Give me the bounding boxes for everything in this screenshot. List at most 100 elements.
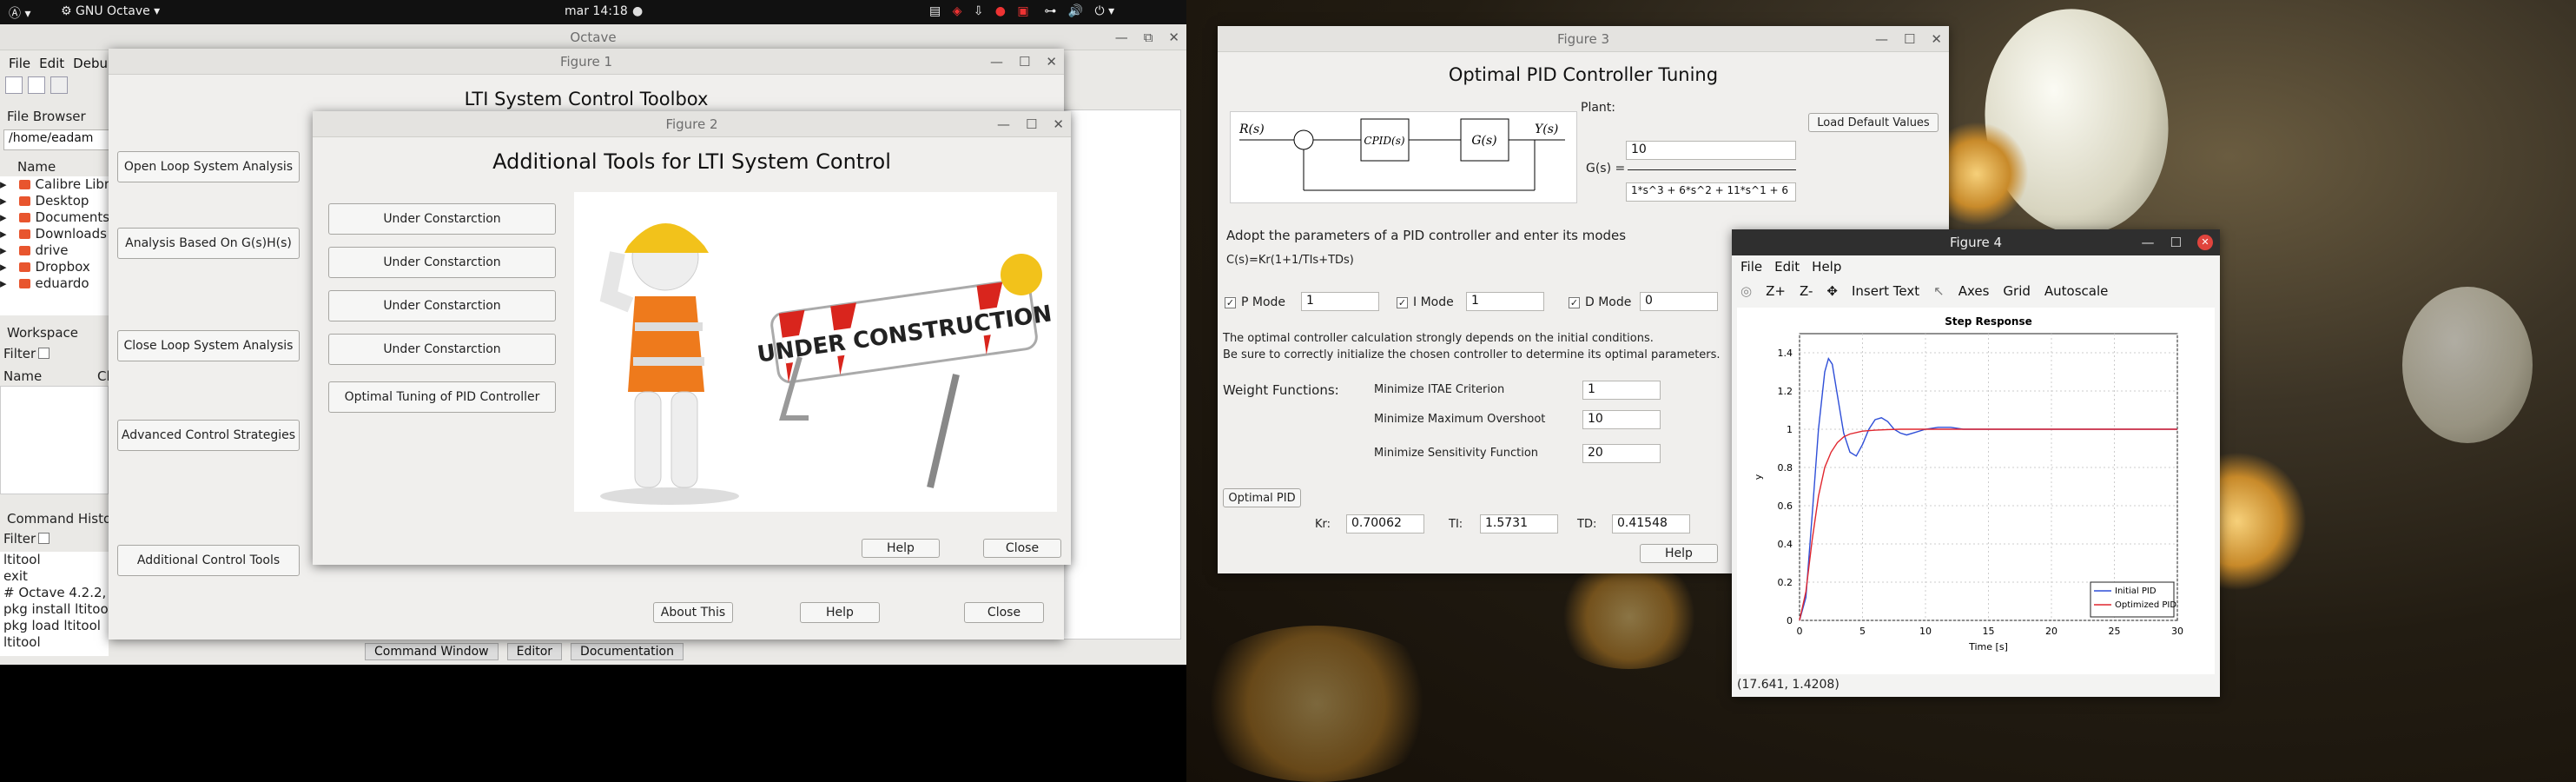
itae-weight-input[interactable]: 1 <box>1582 381 1661 400</box>
open-file-icon[interactable] <box>28 76 45 94</box>
tray-icons[interactable]: ▤ ◈ ⇩ ● ▣ ⊶ 🔊 ⏻ ▾ <box>929 4 1114 18</box>
close-icon[interactable]: ✕ <box>1168 24 1179 50</box>
plot-canvas[interactable]: 0 5 10 15 20 25 30 0 0.2 0.4 0.6 0.8 1 1.2 1.4 Step Res… <box>1737 308 2215 674</box>
list-item[interactable]: ▸ drive <box>0 242 109 259</box>
x-tick-label: 10 <box>1919 626 1932 637</box>
i-mode-checkbox[interactable]: ✓ I Mode <box>1397 295 1454 309</box>
maximize-icon[interactable]: ☐ <box>1904 26 1915 52</box>
under-construction-button[interactable]: Under Constarction <box>328 334 556 365</box>
list-item[interactable]: ▸ Desktop <box>0 193 109 209</box>
menu-edit[interactable]: Edit <box>1774 259 1800 275</box>
close-icon[interactable]: ✕ <box>1053 111 1064 137</box>
close-icon[interactable]: ✕ <box>2197 235 2213 250</box>
numerator-input[interactable]: 10 <box>1626 141 1796 160</box>
under-construction-button[interactable]: Under Constarction <box>328 247 556 278</box>
additional-tools-button[interactable]: Additional Control Tools <box>117 545 300 576</box>
optimal-pid-tuning-button[interactable]: Optimal Tuning of PID Controller <box>328 381 556 413</box>
history-item[interactable]: ltitool <box>3 634 109 651</box>
minimize-icon[interactable]: — <box>997 111 1010 137</box>
close-loop-analysis-button[interactable]: Close Loop System Analysis <box>117 330 300 361</box>
history-item[interactable]: ltitool <box>3 552 109 568</box>
axes-button[interactable]: Axes <box>1958 283 1990 299</box>
close-button[interactable]: Close <box>983 539 1061 558</box>
d-mode-checkbox[interactable]: ✓ D Mode <box>1569 295 1631 309</box>
minimize-icon[interactable]: — <box>1115 24 1128 50</box>
rotate-icon[interactable]: ◎ <box>1740 283 1752 299</box>
list-item[interactable]: ▸ eduardo <box>0 275 109 292</box>
restore-icon[interactable]: ⧉ <box>1144 24 1153 50</box>
history-item[interactable]: pkg install ltitool <box>3 601 109 618</box>
help-button[interactable]: Help <box>800 602 880 623</box>
under-construction-button[interactable]: Under Constarction <box>328 203 556 235</box>
history-item[interactable]: # Octave 4.2.2, Tu <box>3 585 109 601</box>
clock[interactable]: mar 14:18 <box>565 4 628 18</box>
help-button[interactable]: Help <box>862 539 940 558</box>
menu-debug[interactable]: Debu <box>73 56 108 71</box>
cursor-coordinates: (17.641, 1.4208) <box>1737 678 1840 692</box>
command-window-area[interactable] <box>1055 109 1181 640</box>
maximize-icon[interactable]: ☐ <box>1026 111 1037 137</box>
menu-help[interactable]: Help <box>1812 259 1841 275</box>
p-mode-input[interactable]: 1 <box>1301 292 1379 311</box>
path-input[interactable]: /home/eadam <box>3 129 111 150</box>
ti-output[interactable]: 1.5731 <box>1480 514 1558 533</box>
maximize-icon[interactable]: ☐ <box>2170 229 2182 255</box>
close-icon[interactable]: ✕ <box>1931 26 1942 52</box>
sensitivity-weight-input[interactable]: 20 <box>1582 444 1661 463</box>
activities-icon[interactable]: Ⓐ ▾ <box>9 4 30 22</box>
app-menu[interactable]: ⚙ GNU Octave ▾ <box>61 4 160 18</box>
autoscale-button[interactable]: Autoscale <box>2044 283 2108 299</box>
under-construction-button[interactable]: Under Constarction <box>328 290 556 321</box>
plant-label: Plant: <box>1581 101 1615 115</box>
help-button[interactable]: Help <box>1640 544 1718 563</box>
minimize-icon[interactable]: — <box>2142 229 2155 255</box>
menu-file[interactable]: File <box>9 56 30 71</box>
open-loop-analysis-button[interactable]: Open Loop System Analysis <box>117 151 300 182</box>
overshoot-weight-input[interactable]: 10 <box>1582 410 1661 429</box>
pointer-icon: ↖ <box>1933 283 1945 299</box>
copy-icon[interactable] <box>50 76 68 94</box>
load-defaults-button[interactable]: Load Default Values <box>1808 113 1939 132</box>
tab-documentation[interactable]: Documentation <box>571 643 684 660</box>
history-filter-checkbox[interactable] <box>38 533 50 544</box>
td-output[interactable]: 0.41548 <box>1612 514 1690 533</box>
list-item[interactable]: ▸Calibre Libra <box>0 176 109 193</box>
new-script-icon[interactable] <box>5 76 23 94</box>
kr-output[interactable]: 0.70062 <box>1346 514 1424 533</box>
denominator-input[interactable]: 1*s^3 + 6*s^2 + 11*s^1 + 6 <box>1626 182 1796 202</box>
ghs-analysis-button[interactable]: Analysis Based On G(s)H(s) <box>117 228 300 259</box>
zoom-in-button[interactable]: Z+ <box>1766 283 1786 299</box>
list-item[interactable]: ▸ Documents <box>0 209 109 226</box>
about-button[interactable]: About This <box>653 602 733 623</box>
list-item[interactable]: ▸ Downloads <box>0 226 109 242</box>
zoom-out-button[interactable]: Z- <box>1800 283 1813 299</box>
history-item[interactable]: pkg load ltitool <box>3 618 109 634</box>
tab-command-window[interactable]: Command Window <box>365 643 499 660</box>
y-tick-label: 0.4 <box>1778 539 1793 550</box>
maximize-icon[interactable]: ☐ <box>1019 49 1030 75</box>
block-diagram: R(s) CPID(s) G(s) Y(s) <box>1230 111 1577 203</box>
tab-editor[interactable]: Editor <box>506 643 563 660</box>
under-construction-image: UNDER CONSTRUCTION <box>574 192 1057 512</box>
figure4-window: Figure 4 — ☐ ✕ File Edit Help ◎ Z+ Z- ✥ In… <box>1732 229 2220 697</box>
close-icon[interactable]: ✕ <box>1046 49 1057 75</box>
menu-edit[interactable]: Edit <box>39 56 64 71</box>
i-mode-input[interactable]: 1 <box>1466 292 1544 311</box>
grid-button[interactable]: Grid <box>2003 283 2030 299</box>
insert-text-button[interactable]: Insert Text <box>1852 283 1919 299</box>
d-mode-input[interactable]: 0 <box>1640 292 1718 311</box>
minimize-icon[interactable]: — <box>1875 26 1888 52</box>
optimal-pid-button[interactable]: Optimal PID <box>1223 488 1301 507</box>
p-mode-checkbox[interactable]: ✓ P Mode <box>1225 295 1285 309</box>
advanced-strategies-button[interactable]: Advanced Control Strategies <box>117 420 300 451</box>
history-label: Command History <box>7 511 125 527</box>
list-item[interactable]: ▸ Dropbox <box>0 259 109 275</box>
workspace-name-header[interactable]: Name <box>3 368 42 384</box>
menu-file[interactable]: File <box>1740 259 1762 275</box>
close-button[interactable]: Close <box>964 602 1044 623</box>
minimize-icon[interactable]: — <box>990 49 1003 75</box>
name-column-header[interactable]: Name <box>17 159 56 175</box>
pan-icon[interactable]: ✥ <box>1826 283 1838 299</box>
filter-checkbox[interactable] <box>38 348 50 359</box>
history-item[interactable]: exit <box>3 568 109 585</box>
